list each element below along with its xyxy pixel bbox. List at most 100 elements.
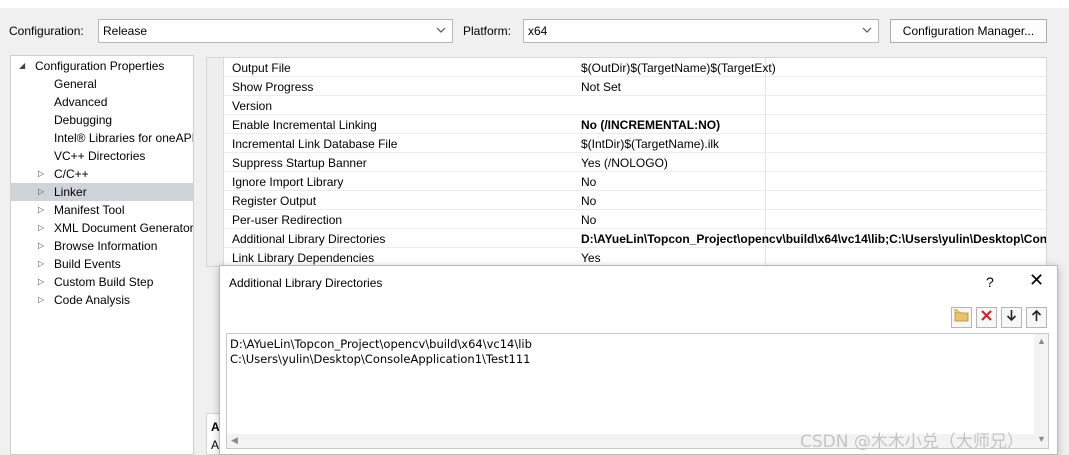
collapsed-triangle-icon[interactable]: ▷ [38,273,44,291]
tree-item-code-analysis[interactable]: ▷ Code Analysis [11,291,193,309]
collapsed-triangle-icon[interactable]: ▷ [38,201,44,219]
configuration-value: Release [103,24,148,38]
tree-item-label: XML Document Generator [54,221,194,235]
platform-label: Platform: [463,24,512,38]
property-value[interactable]: Not Set [581,80,621,94]
new-folder-icon [954,309,969,325]
tree-item-general[interactable]: General [11,75,193,93]
tree-item-label: Custom Build Step [54,275,154,289]
platform-combo[interactable]: x64 [523,19,879,43]
tree-item-advanced[interactable]: Advanced [11,93,193,111]
configuration-label: Configuration: [9,24,84,38]
property-value[interactable]: Yes [581,251,601,265]
property-name: Ignore Import Library [232,175,344,189]
expanded-triangle-icon: ◢ [19,61,26,70]
property-row[interactable]: Register Output No [224,191,1046,210]
tree-item-label: C/C++ [54,167,89,181]
collapsed-triangle-icon[interactable]: ▷ [38,291,44,309]
description-text: A [211,438,220,452]
property-row[interactable]: Ignore Import Library No [224,172,1046,191]
dialog-title: Additional Library Directories [229,276,383,290]
tree-item-label: Linker [54,185,87,199]
new-line-button[interactable] [951,307,972,328]
move-up-button[interactable] [1026,307,1047,328]
arrow-up-icon [1031,309,1042,325]
tree-item-xml-document-generator[interactable]: ▷ XML Document Generator [11,219,194,237]
help-button[interactable]: ? [986,274,994,290]
property-value[interactable]: No [581,213,596,227]
property-name: Show Progress [232,80,314,94]
property-name: Version [232,99,273,113]
delete-line-button[interactable] [976,307,997,328]
tree-item-label: Manifest Tool [54,203,125,217]
configuration-combo[interactable]: Release [98,19,453,43]
tree-item-manifest-tool[interactable]: ▷ Manifest Tool [11,201,193,219]
tree-item-c-c[interactable]: ▷ C/C++ [11,165,193,183]
tree-root-label: Configuration Properties [35,59,165,73]
vertical-scrollbar[interactable]: ▲ ▼ [1034,334,1048,448]
tree-root-configuration-properties[interactable]: ◢ Configuration Properties [11,57,193,75]
property-name: Per-user Redirection [232,213,343,227]
property-value[interactable]: $(OutDir)$(TargetName)$(TargetExt) [581,61,776,75]
property-name: Incremental Link Database File [232,137,398,151]
property-value[interactable]: $(IntDir)$(TargetName).ilk [581,137,719,151]
configuration-manager-button[interactable]: Configuration Manager... [890,19,1047,43]
property-row[interactable]: Incremental Link Database File $(IntDir)$… [224,134,1046,153]
collapsed-triangle-icon[interactable]: ▷ [38,237,44,255]
platform-value: x64 [528,24,548,38]
close-button[interactable]: ✕ [1029,270,1044,290]
collapsed-triangle-icon[interactable]: ▷ [38,183,44,201]
tree-item-label: Browse Information [54,239,158,253]
tree-item-browse-information[interactable]: ▷ Browse Information [11,237,193,255]
property-value[interactable]: Yes (/NOLOGO) [581,156,668,170]
scroll-left-arrow-icon[interactable]: ◀ [231,435,238,446]
tree-item-build-events[interactable]: ▷ Build Events [11,255,193,273]
property-name: Suppress Startup Banner [232,156,367,170]
collapsed-triangle-icon[interactable]: ▷ [38,165,44,183]
delete-x-icon [980,310,993,325]
tree-item-custom-build-step[interactable]: ▷ Custom Build Step [11,273,193,291]
top-strip [0,0,1069,8]
property-row[interactable]: Per-user Redirection No [224,210,1046,229]
property-row[interactable]: Version [224,96,1046,115]
property-value[interactable]: No [581,175,596,189]
arrow-down-icon [1006,310,1017,325]
tree-item-label: Code Analysis [54,293,131,307]
chevron-down-icon [862,23,872,37]
property-name: Register Output [232,194,317,208]
tree-item-label: VC++ Directories [54,149,146,163]
collapsed-triangle-icon[interactable]: ▷ [38,255,44,273]
property-row[interactable]: Show Progress Not Set [224,77,1046,96]
scroll-up-arrow-icon[interactable]: ▲ [1037,336,1046,346]
property-row[interactable]: Enable Incremental Linking No (/INCREMENT… [224,115,1046,134]
tree-item-vc-directories[interactable]: VC++ Directories [11,147,193,165]
tree-item-label: Advanced [54,95,108,109]
list-item[interactable]: C:\Users\yulin\Desktop\ConsoleApplicatio… [230,352,531,366]
move-down-button[interactable] [1001,307,1022,328]
property-value[interactable]: D:\AYueLin\Topcon_Project\opencv\build\x… [581,232,1046,246]
grid-gutter [207,58,224,266]
scroll-down-arrow-icon[interactable]: ▼ [1037,434,1046,444]
property-value[interactable]: No (/INCREMENTAL:NO) [581,118,720,132]
property-tree: ◢ Configuration Properties General Advanc… [10,55,194,455]
property-row[interactable]: Output File $(OutDir)$(TargetName)$(Targe… [224,58,1046,77]
tree-item-label: Build Events [54,257,121,271]
list-item[interactable]: D:\AYueLin\Topcon_Project\opencv\build\x… [230,337,532,351]
property-row[interactable]: Additional Library Directories D:\AYueLin… [224,229,1046,248]
property-name: Enable Incremental Linking [232,118,377,132]
property-name: Link Library Dependencies [232,251,375,265]
property-row[interactable]: Suppress Startup Banner Yes (/NOLOGO) [224,153,1046,172]
property-value[interactable]: No [581,194,596,208]
tree-item-label: General [54,77,97,91]
collapsed-triangle-icon[interactable]: ▷ [38,219,44,237]
tree-item-intel-libraries-for-oneapi[interactable]: Intel® Libraries for oneAPI [11,129,194,147]
tree-item-linker[interactable]: ▷ Linker [11,183,193,201]
property-grid: Output File $(OutDir)$(TargetName)$(Targe… [206,57,1047,267]
tree-item-debugging[interactable]: Debugging [11,111,193,129]
property-name: Output File [232,61,291,75]
tree-item-label: Intel® Libraries for oneAPI [54,131,194,145]
chevron-down-icon [436,23,446,37]
tree-item-label: Debugging [54,113,113,127]
watermark: CSDN @木木小兑（大师兄） [800,432,1024,452]
property-name: Additional Library Directories [232,232,386,246]
